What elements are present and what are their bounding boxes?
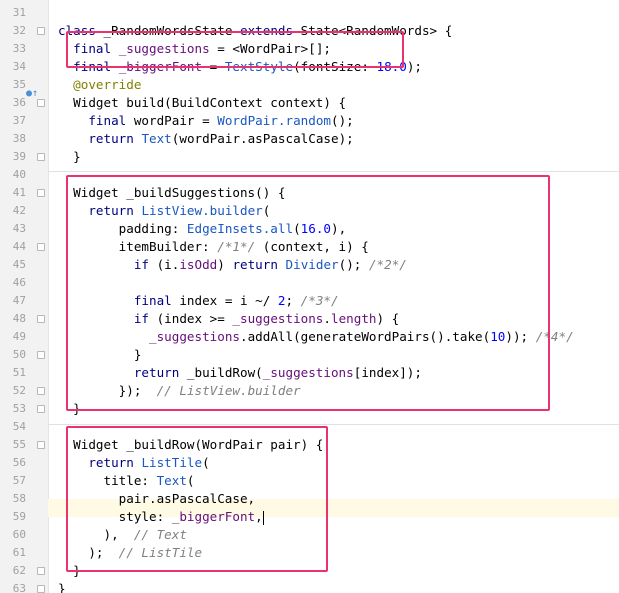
line-number: 31: [12, 6, 26, 19]
override-marker-icon[interactable]: ●↑: [26, 85, 38, 103]
code-line[interactable]: return Text(wordPair.asPascalCase);: [58, 130, 353, 148]
fold-toggle-icon[interactable]: [37, 243, 45, 251]
line-number: 38: [12, 132, 26, 145]
line-number: 46: [12, 276, 26, 289]
line-number: 47: [12, 294, 26, 307]
fold-toggle-icon[interactable]: [37, 441, 45, 449]
code-line[interactable]: final wordPair = WordPair.random();: [58, 112, 353, 130]
line-number: 33: [12, 42, 26, 55]
fold-toggle-icon[interactable]: [37, 99, 45, 107]
fold-toggle-icon[interactable]: [37, 585, 45, 593]
line-number: 52: [12, 384, 26, 397]
fold-toggle-icon[interactable]: [37, 387, 45, 395]
line-number: 62: [12, 564, 26, 577]
method-separator: [48, 424, 619, 425]
line-number: 39: [12, 150, 26, 163]
line-number: 37: [12, 114, 26, 127]
line-number: 49: [12, 330, 26, 343]
line-number: 41: [12, 186, 26, 199]
code-line[interactable]: }: [58, 148, 81, 166]
line-number: 48: [12, 312, 26, 325]
line-number: 53: [12, 402, 26, 415]
line-number: 61: [12, 546, 26, 559]
line-number: 56: [12, 456, 26, 469]
code-line[interactable]: }: [58, 580, 66, 593]
line-number: 35: [12, 78, 26, 91]
line-number: 32: [12, 24, 26, 37]
line-number: 57: [12, 474, 26, 487]
code-line[interactable]: @override: [58, 76, 141, 94]
line-number: 45: [12, 258, 26, 271]
fold-toggle-icon[interactable]: [37, 405, 45, 413]
line-number: 60: [12, 528, 26, 541]
line-number: 44: [12, 240, 26, 253]
line-number: 36: [12, 96, 26, 109]
fold-toggle-icon[interactable]: [37, 567, 45, 575]
highlight-box-fields: [66, 31, 404, 68]
code-line[interactable]: Widget build(BuildContext context) {: [58, 94, 346, 112]
line-number: 51: [12, 366, 26, 379]
line-number: 43: [12, 222, 26, 235]
fold-toggle-icon[interactable]: [37, 351, 45, 359]
highlight-box-build-suggestions: [66, 175, 550, 411]
code-editor[interactable]: 31 32 class _RandomWordsState extends Stat…: [0, 0, 619, 593]
line-number: 63: [12, 582, 26, 593]
line-number: 50: [12, 348, 26, 361]
highlight-box-build-row: [66, 426, 328, 572]
line-number: 34: [12, 60, 26, 73]
fold-toggle-icon[interactable]: [37, 189, 45, 197]
line-number: 54: [12, 420, 26, 433]
line-number: 58: [12, 492, 26, 505]
line-number: 55: [12, 438, 26, 451]
line-number: 42: [12, 204, 26, 217]
fold-toggle-icon[interactable]: [37, 27, 45, 35]
fold-toggle-icon[interactable]: [37, 315, 45, 323]
fold-toggle-icon[interactable]: [37, 153, 45, 161]
line-number: 40: [12, 168, 26, 181]
line-number: 59: [12, 510, 26, 523]
method-separator: [48, 171, 619, 172]
